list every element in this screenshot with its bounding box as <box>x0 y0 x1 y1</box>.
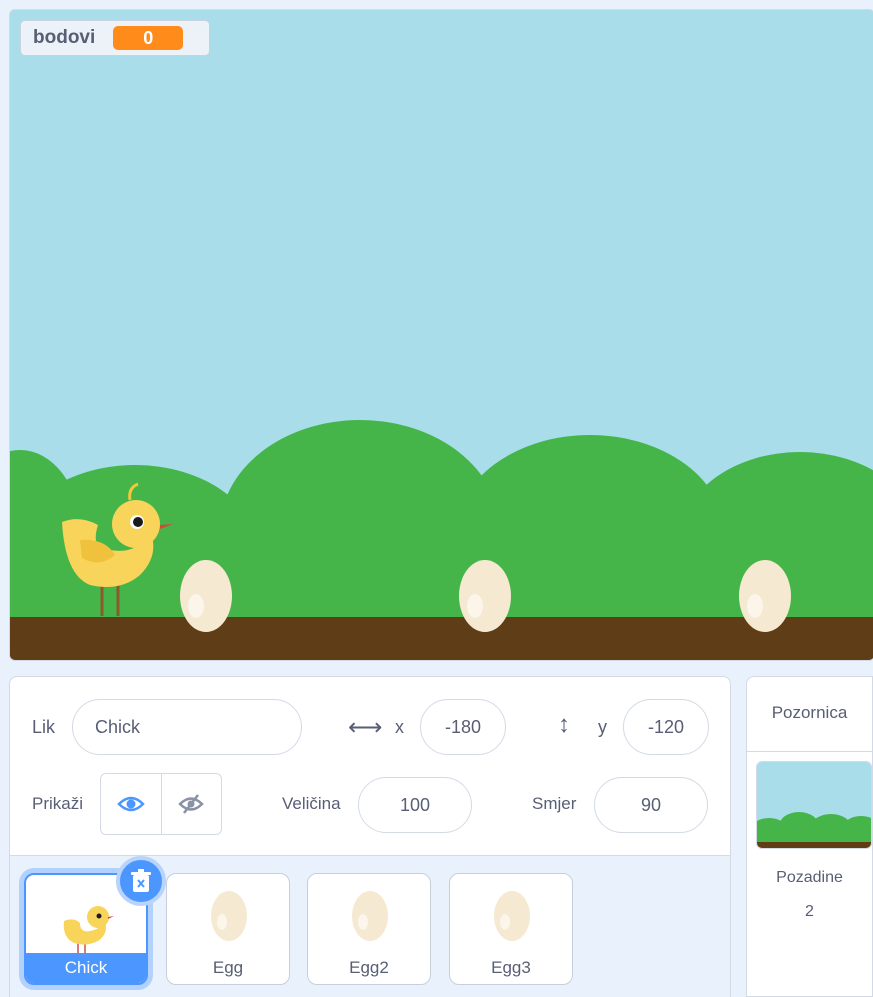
backdrop-thumbnail[interactable] <box>756 761 872 849</box>
direction-label: Smjer <box>532 794 577 813</box>
variable-value: 0 <box>113 26 184 50</box>
x-arrows-icon: ⟷ <box>348 714 383 741</box>
stage-target-panel[interactable]: Pozornica Pozadine 2 <box>746 676 873 997</box>
stage[interactable]: bodovi 0 <box>9 9 873 661</box>
variable-name: bodovi <box>33 27 96 48</box>
sprite-tile-egg2[interactable]: Egg2 <box>307 873 431 985</box>
sprite-list: Chick Egg Egg2 Egg3 <box>9 856 731 997</box>
y-arrows-icon: ↕ <box>558 711 570 738</box>
egg-sprite[interactable] <box>180 560 232 632</box>
egg-thumbnail <box>494 891 530 941</box>
ground <box>10 617 873 660</box>
y-label: y <box>598 717 607 737</box>
delete-sprite-button[interactable] <box>116 856 166 906</box>
backdrops-count: 2 <box>805 903 814 920</box>
eye-slash-icon <box>178 794 205 814</box>
divider <box>747 751 872 752</box>
stage-scene <box>10 10 873 660</box>
size-value: 100 <box>399 794 431 815</box>
x-input[interactable]: -180 <box>420 699 506 755</box>
backdrops-label: Pozadine <box>776 869 843 886</box>
show-button[interactable] <box>101 774 161 834</box>
stage-panel-title: Pozornica <box>771 703 848 722</box>
y-input[interactable]: -120 <box>623 699 709 755</box>
egg-thumbnail <box>352 891 388 941</box>
egg-thumbnail <box>211 891 247 941</box>
sprite-tile-label: Egg <box>212 958 244 977</box>
x-value: -180 <box>444 716 482 737</box>
hide-button[interactable] <box>160 774 222 834</box>
size-input[interactable]: 100 <box>358 777 472 833</box>
sprite-info-panel: Lik Chick ⟷ x -180 ↕ y -120 Prikaži Veli… <box>9 676 731 856</box>
show-toggle-group <box>100 773 222 835</box>
variable-monitor[interactable]: bodovi 0 <box>20 20 210 56</box>
backdrop-thumbnail-image <box>757 762 871 848</box>
sprite-tile-label: Egg3 <box>491 958 531 977</box>
chick-thumbnail <box>63 906 114 953</box>
direction-input[interactable]: 90 <box>594 777 708 833</box>
show-label: Prikaži <box>32 794 84 813</box>
y-value: -120 <box>647 716 685 737</box>
sprite-tile-egg3[interactable]: Egg3 <box>449 873 573 985</box>
sprite-tile-label: Chick <box>26 953 146 983</box>
egg2-sprite[interactable] <box>459 560 511 632</box>
sprite-name-input[interactable]: Chick <box>72 699 302 755</box>
sprite-name-label: Lik <box>32 717 56 737</box>
sprite-tile-label: Egg2 <box>349 958 389 977</box>
eye-icon <box>116 796 145 812</box>
sprite-tile-egg[interactable]: Egg <box>166 873 290 985</box>
x-label: x <box>395 717 404 737</box>
trash-icon <box>131 869 151 892</box>
sprite-name-value: Chick <box>95 716 141 737</box>
egg3-sprite[interactable] <box>739 560 791 632</box>
size-label: Veličina <box>282 794 341 813</box>
direction-value: 90 <box>640 794 662 815</box>
